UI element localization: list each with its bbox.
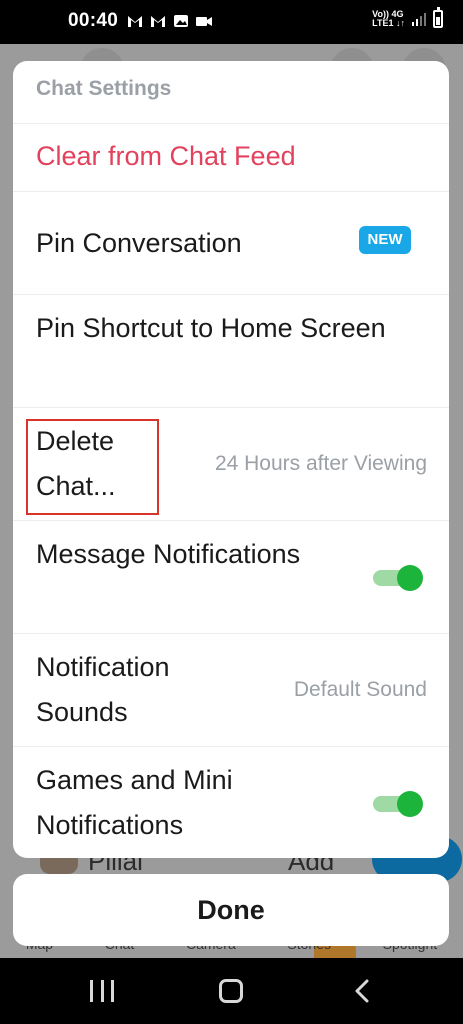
games-mini-notifications-toggle[interactable] <box>373 791 423 817</box>
new-badge: NEW <box>359 226 411 254</box>
clear-from-chat-feed-item[interactable]: Clear from Chat Feed <box>13 123 449 191</box>
gmail-icon <box>151 16 165 27</box>
network-label: Vo)) 4G LTE1 ↓↑ <box>372 10 405 28</box>
video-camera-icon <box>196 17 212 26</box>
message-notifications-toggle[interactable] <box>373 565 423 591</box>
notification-icons <box>126 12 213 30</box>
done-button[interactable]: Done <box>13 874 449 946</box>
signal-icon <box>412 13 426 26</box>
notification-sounds-item[interactable]: Notification Sounds Default Sound <box>13 633 449 746</box>
network-subtype: LTE1 ↓↑ <box>372 18 405 28</box>
pin-shortcut-item[interactable]: Pin Shortcut to Home Screen <box>13 294 449 407</box>
notification-sounds-label: Notification Sounds <box>36 652 170 727</box>
gallery-icon <box>174 15 188 27</box>
status-right: Vo)) 4G LTE1 ↓↑ <box>372 7 443 28</box>
highlight-annotation <box>26 419 159 515</box>
chat-settings-sheet: Chat Settings Clear from Chat Feed Pin C… <box>13 61 449 858</box>
delete-chat-value: 24 Hours after Viewing <box>214 452 427 475</box>
recents-icon[interactable] <box>90 980 114 1002</box>
message-notifications-item[interactable]: Message Notifications <box>13 520 449 633</box>
home-icon[interactable] <box>219 979 243 1003</box>
status-time: 00:40 <box>68 10 119 31</box>
sheet-title: Chat Settings <box>36 77 172 100</box>
status-bar: 00:40 Vo)) 4G LTE1 ↓↑ <box>0 0 463 44</box>
games-mini-notifications-item[interactable]: Games and Mini Notifications <box>13 746 449 858</box>
back-icon[interactable] <box>350 978 376 1004</box>
clear-from-chat-feed-label: Clear from Chat Feed <box>36 141 296 171</box>
pin-conversation-item[interactable]: Pin Conversation NEW <box>13 191 449 294</box>
pin-shortcut-label: Pin Shortcut to Home Screen <box>36 313 386 343</box>
message-notifications-label: Message Notifications <box>36 539 301 569</box>
notification-sounds-value: Default Sound <box>293 678 427 701</box>
system-nav-bar <box>0 958 463 1024</box>
battery-icon <box>433 7 443 28</box>
games-mini-notifications-label: Games and Mini Notifications <box>36 765 233 840</box>
gmail-icon <box>128 16 142 27</box>
pin-conversation-label: Pin Conversation <box>36 228 242 258</box>
